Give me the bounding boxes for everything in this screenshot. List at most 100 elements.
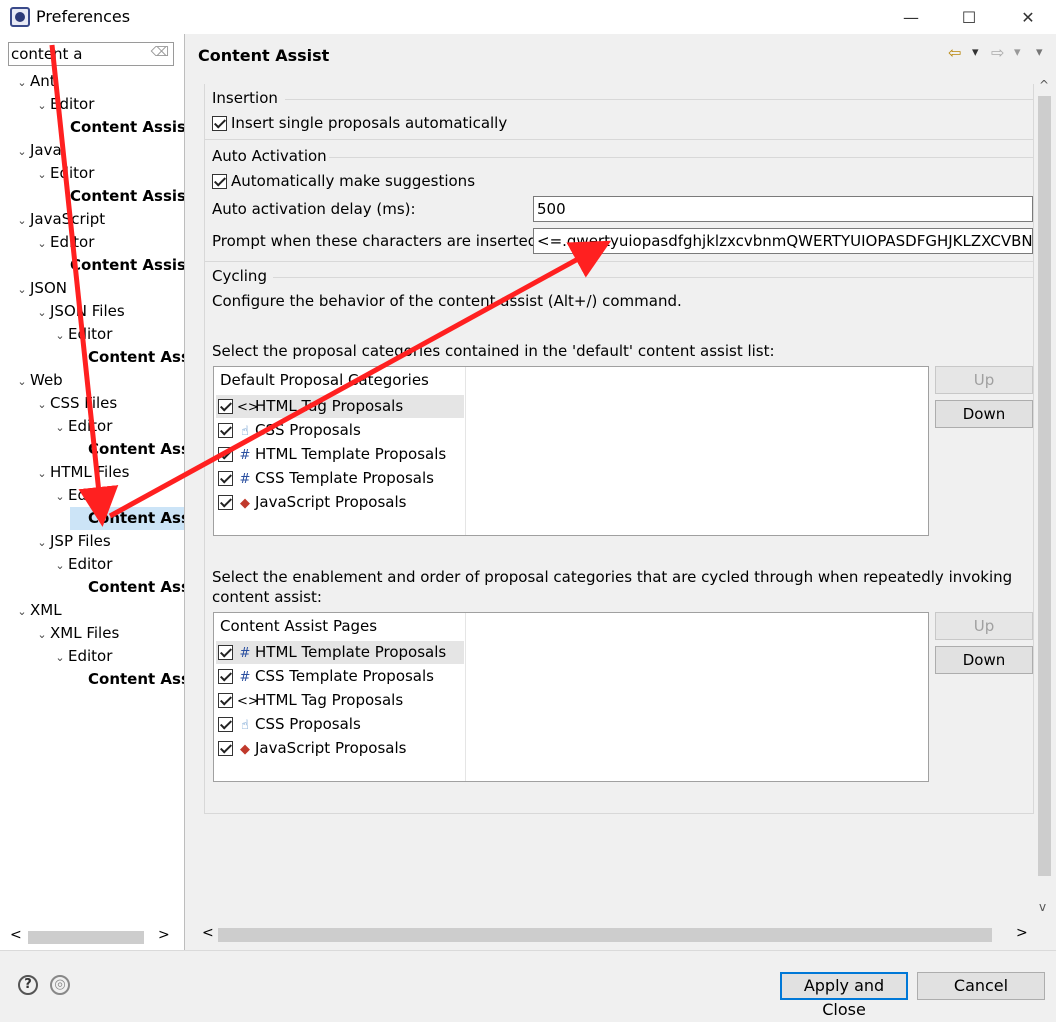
chevron-down-icon[interactable]: ⌄ — [14, 209, 30, 232]
list-item[interactable]: # HTML Template Proposals — [216, 443, 464, 466]
chevron-down-icon[interactable]: ⌄ — [34, 94, 50, 117]
chevron-down-icon[interactable]: ⌄ — [34, 462, 50, 485]
chevron-down-icon[interactable]: ⌄ — [52, 554, 68, 577]
forward-menu-icon[interactable]: ▾ — [1014, 45, 1021, 60]
tree-node[interactable]: Content Assist — [70, 668, 184, 691]
chevron-down-icon[interactable]: ⌄ — [14, 140, 30, 163]
chevron-down-icon[interactable]: ⌄ — [34, 623, 50, 646]
tree-node[interactable]: ⌄ Web — [14, 369, 62, 393]
tree-node[interactable]: ⌄ Editor — [52, 323, 112, 346]
tree-node[interactable]: ⌄ CSS Files — [34, 392, 117, 415]
list-item[interactable]: <>HTML Tag Proposals — [216, 689, 464, 712]
category-checkbox[interactable] — [218, 741, 233, 756]
tree-node[interactable]: ⌄ XML Files — [34, 622, 119, 645]
tree-node[interactable]: ⌄ JSON — [14, 277, 67, 300]
scroll-right-icon[interactable]: > — [158, 927, 170, 943]
list-item[interactable]: ◆ JavaScript Proposals — [216, 737, 464, 760]
list-item[interactable]: ☝ CSS Proposals — [216, 713, 464, 736]
trigger-characters-input[interactable]: <=.qwertyuiopasdfghjklzxcvbnmQWERTYUIOPA… — [533, 228, 1033, 254]
scroll-right-icon[interactable]: > — [1016, 925, 1028, 941]
category-checkbox[interactable] — [218, 717, 233, 732]
insert-single-checkbox[interactable] — [212, 115, 227, 131]
tree-node[interactable]: ⌄ Editor — [52, 645, 112, 668]
category-checkbox[interactable] — [218, 645, 233, 660]
tree-node[interactable]: Content Assist — [70, 438, 184, 461]
chevron-down-icon[interactable]: ⌄ — [52, 646, 68, 669]
default-up-button[interactable]: Up — [935, 366, 1033, 394]
chevron-down-icon[interactable]: ⌄ — [34, 301, 50, 324]
category-checkbox[interactable] — [218, 399, 233, 414]
category-checkbox[interactable] — [218, 669, 233, 684]
tree-node[interactable]: Content Assist — [52, 185, 184, 208]
category-checkbox[interactable] — [218, 471, 233, 486]
tree-node[interactable]: ⌄ HTML Files — [34, 461, 129, 484]
tree-scroll-thumb[interactable] — [28, 931, 144, 944]
chevron-down-icon[interactable]: ⌄ — [14, 278, 30, 301]
tree-node[interactable]: ⌄ Editor — [52, 553, 112, 576]
list-item[interactable]: # CSS Template Proposals — [216, 665, 464, 688]
list-item[interactable]: ☝ CSS Proposals — [216, 419, 464, 442]
scroll-left-icon[interactable]: < — [202, 925, 214, 941]
category-checkbox[interactable] — [218, 423, 233, 438]
make-suggestions-checkbox-row[interactable]: Automatically make suggestions — [212, 172, 475, 190]
tree-node[interactable]: ⌄ Editor — [34, 93, 94, 116]
import-export-icon[interactable]: ◎ — [50, 975, 70, 995]
category-checkbox[interactable] — [218, 693, 233, 708]
horizontal-scroll-thumb[interactable] — [218, 928, 992, 942]
chevron-down-icon[interactable]: ⌄ — [14, 71, 30, 94]
back-menu-icon[interactable]: ▾ — [972, 45, 979, 60]
tree-node[interactable]: ⌄ Java — [14, 139, 61, 163]
tree-horizontal-scrollbar[interactable]: < > — [8, 927, 176, 945]
tree-node[interactable]: Content Assist — [70, 346, 184, 369]
chevron-down-icon[interactable]: ⌄ — [34, 232, 50, 255]
clear-filter-icon[interactable]: ⌫ — [151, 45, 169, 60]
minimize-button[interactable]: — — [886, 0, 936, 34]
chevron-down-icon[interactable]: ⌄ — [52, 485, 68, 508]
content-horizontal-scrollbar[interactable]: < > — [196, 925, 1034, 944]
scroll-up-icon[interactable]: ^ — [1039, 78, 1049, 92]
chevron-down-icon[interactable]: ⌄ — [34, 531, 50, 554]
close-button[interactable]: ✕ — [1003, 0, 1053, 34]
list-item[interactable]: # HTML Template Proposals — [216, 641, 464, 664]
tree-node[interactable]: ⌄ Editor — [52, 484, 112, 507]
tree-node[interactable]: ⌄ Ant — [14, 70, 55, 94]
pages-up-button[interactable]: Up — [935, 612, 1033, 640]
tree-node[interactable]: ⌄ Editor — [34, 162, 94, 185]
tree-node[interactable]: Content Assist — [70, 507, 184, 530]
filter-input[interactable] — [11, 44, 151, 64]
tree-node[interactable]: ⌄ Editor — [34, 231, 94, 254]
insert-single-checkbox-row[interactable]: Insert single proposals automatically — [212, 114, 507, 132]
content-vertical-scrollbar[interactable]: ^ v — [1034, 78, 1054, 918]
scroll-down-icon[interactable]: v — [1039, 900, 1046, 914]
maximize-button[interactable]: ☐ — [944, 0, 994, 34]
chevron-down-icon[interactable]: ⌄ — [52, 324, 68, 347]
category-checkbox[interactable] — [218, 447, 233, 462]
tree-node[interactable]: Content Assist — [52, 116, 184, 139]
chevron-down-icon[interactable]: ⌄ — [14, 600, 30, 623]
pages-down-button[interactable]: Down — [935, 646, 1033, 674]
back-arrow-icon[interactable]: ⇦ — [948, 43, 961, 62]
category-checkbox[interactable] — [218, 495, 233, 510]
tree-node[interactable]: Content Assist — [52, 254, 184, 277]
chevron-down-icon[interactable]: ⌄ — [14, 370, 30, 393]
activation-delay-input[interactable]: 500 — [533, 196, 1033, 222]
help-icon[interactable]: ? — [18, 975, 38, 995]
tree-node[interactable]: Content Assist — [70, 576, 184, 599]
chevron-down-icon[interactable]: ⌄ — [34, 163, 50, 186]
cancel-button[interactable]: Cancel — [917, 972, 1045, 1000]
vertical-scroll-thumb[interactable] — [1038, 96, 1051, 876]
make-suggestions-checkbox[interactable] — [212, 173, 227, 189]
tree-node[interactable]: ⌄ XML — [14, 599, 61, 623]
view-menu-icon[interactable]: ▾ — [1036, 45, 1043, 60]
tree-node[interactable]: ⌄ JSP Files — [34, 530, 110, 554]
default-down-button[interactable]: Down — [935, 400, 1033, 428]
chevron-down-icon[interactable]: ⌄ — [34, 393, 50, 416]
chevron-down-icon[interactable]: ⌄ — [52, 416, 68, 439]
tree-node[interactable]: ⌄ JSON Files — [34, 300, 124, 324]
apply-and-close-button[interactable]: Apply and Close — [780, 972, 908, 1019]
list-item[interactable]: ◆ JavaScript Proposals — [216, 491, 464, 514]
list-item[interactable]: # CSS Template Proposals — [216, 467, 464, 490]
forward-arrow-icon[interactable]: ⇨ — [991, 43, 1004, 62]
scroll-left-icon[interactable]: < — [10, 927, 22, 943]
tree-node[interactable]: ⌄ JavaScript — [14, 208, 105, 231]
